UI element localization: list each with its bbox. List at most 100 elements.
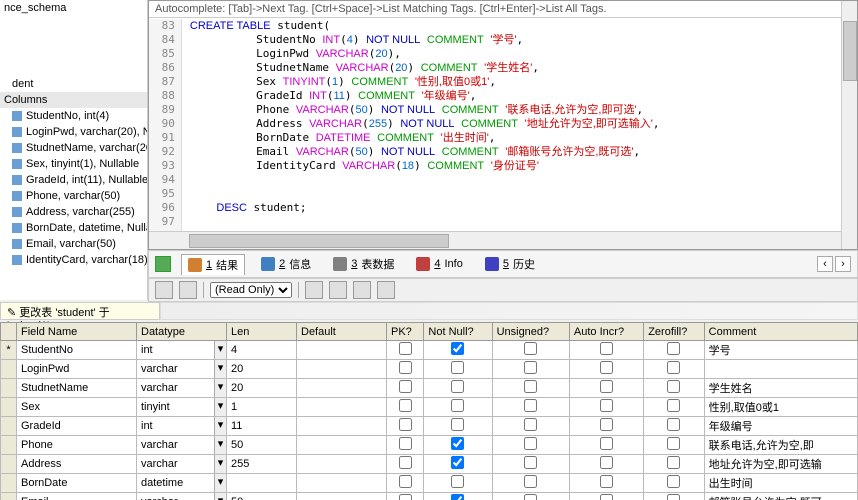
checkbox-cell[interactable] xyxy=(644,474,704,493)
checkbox[interactable] xyxy=(524,399,537,412)
checkbox[interactable] xyxy=(667,456,680,469)
column-item[interactable]: LoginPwd, varchar(20), Nu xyxy=(0,124,147,140)
checkbox-cell[interactable] xyxy=(569,436,643,455)
col-header[interactable]: Len xyxy=(227,323,297,341)
checkbox[interactable] xyxy=(667,342,680,355)
checkbox-cell[interactable] xyxy=(492,417,569,436)
form-view-icon[interactable] xyxy=(179,281,197,299)
checkbox-cell[interactable] xyxy=(569,379,643,398)
checkbox[interactable] xyxy=(667,494,680,500)
datatype-cell[interactable]: varchar▾ xyxy=(137,455,227,474)
default-cell[interactable] xyxy=(297,493,387,500)
default-cell[interactable] xyxy=(297,455,387,474)
column-item[interactable]: Phone, varchar(50) xyxy=(0,188,147,204)
dropdown-icon[interactable]: ▾ xyxy=(214,379,226,397)
comment-cell[interactable]: 学生姓名 xyxy=(704,379,857,398)
default-cell[interactable] xyxy=(297,398,387,417)
checkbox[interactable] xyxy=(524,494,537,500)
checkbox[interactable] xyxy=(600,437,613,450)
tab-结果[interactable]: 1 结果 xyxy=(181,254,245,275)
table-row[interactable]: StudnetNamevarchar▾20学生姓名 xyxy=(1,379,858,398)
len-cell[interactable]: 50 xyxy=(227,493,297,500)
field-name-cell[interactable]: Email xyxy=(17,493,137,500)
checkbox-cell[interactable] xyxy=(492,455,569,474)
len-cell[interactable] xyxy=(227,474,297,493)
checkbox[interactable] xyxy=(451,437,464,450)
datatype-cell[interactable]: varchar▾ xyxy=(137,436,227,455)
column-item[interactable]: Address, varchar(255) xyxy=(0,204,147,220)
checkbox-cell[interactable] xyxy=(424,455,492,474)
table-row[interactable]: Emailvarchar▾50邮箱账号允许为空,既可 xyxy=(1,493,858,500)
checkbox[interactable] xyxy=(451,380,464,393)
col-header[interactable]: Default xyxy=(297,323,387,341)
copy-icon[interactable] xyxy=(353,281,371,299)
code-text[interactable]: CREATE TABLE student( StudentNo INT(4) N… xyxy=(182,19,857,231)
checkbox-cell[interactable] xyxy=(424,436,492,455)
datatype-cell[interactable]: varchar▾ xyxy=(137,360,227,379)
checkbox-cell[interactable] xyxy=(424,341,492,360)
dropdown-icon[interactable]: ▾ xyxy=(214,493,226,500)
checkbox-cell[interactable] xyxy=(492,341,569,360)
field-name-cell[interactable]: StudnetName xyxy=(17,379,137,398)
column-item[interactable]: StudnetName, varchar(20) xyxy=(0,140,147,156)
checkbox[interactable] xyxy=(451,494,464,500)
column-item[interactable]: Sex, tinyint(1), Nullable xyxy=(0,156,147,172)
column-item[interactable]: GradeId, int(11), Nullable xyxy=(0,172,147,188)
checkbox-cell[interactable] xyxy=(424,417,492,436)
datatype-cell[interactable]: varchar▾ xyxy=(137,493,227,500)
checkbox-cell[interactable] xyxy=(569,341,643,360)
checkbox[interactable] xyxy=(399,342,412,355)
checkbox[interactable] xyxy=(399,437,412,450)
editor-hscrollbar[interactable] xyxy=(149,231,857,249)
readonly-select[interactable]: (Read Only) xyxy=(210,282,292,298)
checkbox-cell[interactable] xyxy=(492,360,569,379)
checkbox[interactable] xyxy=(667,380,680,393)
datatype-cell[interactable]: int▾ xyxy=(137,417,227,436)
dropdown-icon[interactable]: ▾ xyxy=(214,341,226,359)
dropdown-icon[interactable]: ▾ xyxy=(214,455,226,473)
tabs-next-icon[interactable]: › xyxy=(835,256,851,272)
checkbox[interactable] xyxy=(399,475,412,488)
checkbox[interactable] xyxy=(600,456,613,469)
datatype-cell[interactable]: tinyint▾ xyxy=(137,398,227,417)
checkbox-cell[interactable] xyxy=(387,341,424,360)
column-item[interactable]: BornDate, datetime, Nulla xyxy=(0,220,147,236)
len-cell[interactable]: 20 xyxy=(227,360,297,379)
col-header[interactable]: Field Name xyxy=(17,323,137,341)
datatype-cell[interactable]: varchar▾ xyxy=(137,379,227,398)
checkbox[interactable] xyxy=(399,399,412,412)
datatype-cell[interactable]: datetime▾ xyxy=(137,474,227,493)
table-row[interactable]: Phonevarchar▾50联系电话,允许为空,即 xyxy=(1,436,858,455)
checkbox[interactable] xyxy=(399,456,412,469)
columns-grid[interactable]: Field NameDatatypeLenDefaultPK?Not Null?… xyxy=(0,322,858,500)
len-cell[interactable]: 1 xyxy=(227,398,297,417)
checkbox-cell[interactable] xyxy=(387,379,424,398)
field-name-cell[interactable]: LoginPwd xyxy=(17,360,137,379)
checkbox[interactable] xyxy=(667,475,680,488)
checkbox-cell[interactable] xyxy=(644,379,704,398)
comment-cell[interactable]: 性别,取值0或1 xyxy=(704,398,857,417)
checkbox[interactable] xyxy=(451,399,464,412)
refresh-icon[interactable] xyxy=(155,256,171,272)
checkbox[interactable] xyxy=(600,475,613,488)
checkbox-cell[interactable] xyxy=(492,379,569,398)
checkbox[interactable] xyxy=(399,418,412,431)
checkbox[interactable] xyxy=(600,380,613,393)
checkbox[interactable] xyxy=(524,456,537,469)
checkbox[interactable] xyxy=(524,380,537,393)
checkbox-cell[interactable] xyxy=(387,493,424,500)
comment-cell[interactable]: 年级编号 xyxy=(704,417,857,436)
col-header[interactable]: Auto Incr? xyxy=(569,323,643,341)
checkbox-cell[interactable] xyxy=(569,493,643,500)
comment-cell[interactable] xyxy=(704,360,857,379)
checkbox-cell[interactable] xyxy=(424,398,492,417)
checkbox[interactable] xyxy=(600,418,613,431)
checkbox[interactable] xyxy=(524,342,537,355)
comment-cell[interactable]: 地址允许为空,即可选输 xyxy=(704,455,857,474)
checkbox-cell[interactable] xyxy=(644,493,704,500)
code-area[interactable]: 8384858687888990919293949596979899100101… xyxy=(149,19,857,231)
table-row[interactable]: BornDatedatetime▾出生时间 xyxy=(1,474,858,493)
checkbox-cell[interactable] xyxy=(492,398,569,417)
datatype-cell[interactable]: int▾ xyxy=(137,341,227,360)
checkbox[interactable] xyxy=(600,494,613,500)
